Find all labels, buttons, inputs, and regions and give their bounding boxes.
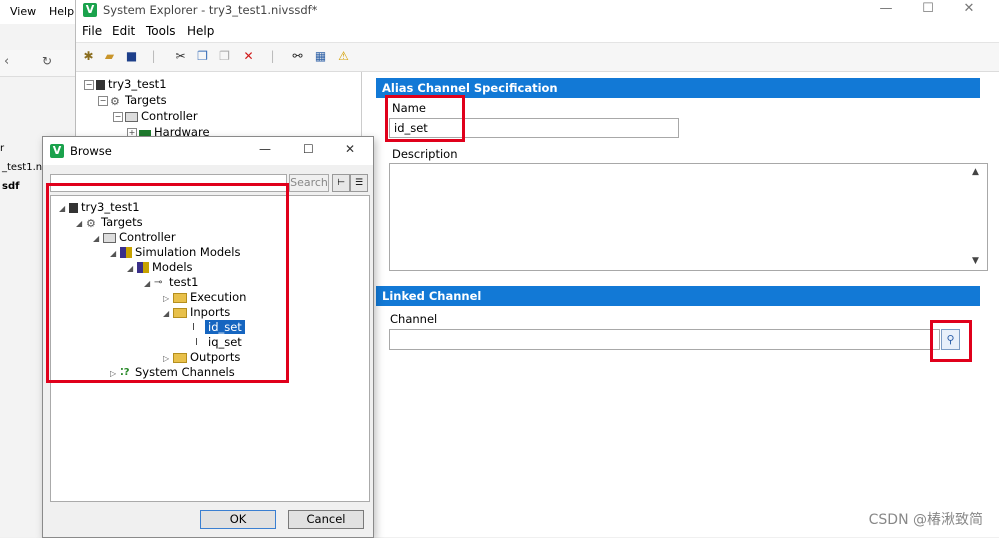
browse-dialog-title: Browse <box>70 144 112 158</box>
menu-bar: File Edit Tools Help <box>76 21 999 41</box>
cut-icon[interactable]: ✂ <box>172 48 189 65</box>
toolbar: ✱ ▰ ■ | ✂ ❐ ❐ ✕ | ⚯ ▦ ⚠ <box>76 42 999 72</box>
description-label: Description <box>392 147 458 161</box>
back-icon[interactable]: ‹ <box>4 54 9 69</box>
alias-section-header: Alias Channel Specification <box>376 78 980 98</box>
collapse-icon[interactable]: − <box>113 111 123 122</box>
menu-edit[interactable]: Edit <box>112 24 135 38</box>
background-menubar: View Help <box>0 0 75 24</box>
channel-label: Channel <box>390 312 438 326</box>
tree-item-controller[interactable]: − Controller <box>113 109 198 123</box>
table-icon[interactable]: ▦ <box>312 48 329 65</box>
app-logo-icon: V <box>83 3 97 17</box>
channel-field[interactable] <box>389 329 940 350</box>
tree-item-root[interactable]: − try3_test1 <box>84 77 167 91</box>
bg-sidebar-text-3[interactable]: sdf <box>2 181 19 192</box>
background-toolbar: ‹ ↻ <box>0 50 75 77</box>
browse-dialog-title-bar: V Browse — ☐ ✕ <box>43 137 373 165</box>
bg-menu-view[interactable]: View <box>10 5 36 18</box>
bg-menu-help[interactable]: Help <box>49 5 74 18</box>
window-title: System Explorer - try3_test1.nivssdf* <box>103 3 318 17</box>
browse-maximize-button[interactable]: ☐ <box>303 142 314 156</box>
maximize-button[interactable]: ☐ <box>913 1 943 19</box>
tree-label-root: try3_test1 <box>108 77 167 91</box>
tree-label-controller: Controller <box>141 109 198 123</box>
browse-close-button[interactable]: ✕ <box>345 142 355 156</box>
scroll-up-icon[interactable]: ▲ <box>972 167 979 177</box>
minimize-button[interactable]: — <box>871 1 901 19</box>
menu-file[interactable]: File <box>82 24 102 38</box>
ok-button[interactable]: OK <box>200 510 276 529</box>
tree-label-targets: Targets <box>125 93 167 107</box>
description-field[interactable] <box>389 163 988 271</box>
controller-icon <box>125 111 138 122</box>
browse-dialog: V Browse — ☐ ✕ Search ⊢ ☰ ◢ try3_test1 ◢ ⚙… <box>42 136 374 538</box>
linked-section-header: Linked Channel <box>376 286 980 306</box>
list-view-icon[interactable]: ☰ <box>350 174 368 192</box>
new-icon[interactable]: ✱ <box>80 48 97 65</box>
browse-dialog-body: Search ⊢ ☰ ◢ try3_test1 ◢ ⚙ Targets ◢ Contro… <box>43 165 373 537</box>
close-button[interactable]: ✕ <box>954 1 984 19</box>
browse-logo-icon: V <box>50 144 64 158</box>
bg-sidebar-text-1: r <box>0 143 5 154</box>
collapse-icon[interactable]: − <box>98 95 108 106</box>
title-bar: V System Explorer - try3_test1.nivssdf* … <box>76 0 999 21</box>
browse-search-button[interactable]: Search <box>289 174 329 192</box>
menu-help[interactable]: Help <box>187 24 214 38</box>
delete-icon[interactable]: ✕ <box>240 48 257 65</box>
targets-icon: ⚙ <box>110 95 120 108</box>
menu-tools[interactable]: Tools <box>146 24 176 38</box>
refresh-icon[interactable]: ↻ <box>42 54 52 68</box>
find-binoculars-icon[interactable]: ⚯ <box>289 48 306 65</box>
warning-icon[interactable]: ⚠ <box>335 48 352 65</box>
system-icon <box>96 79 105 90</box>
toolbar-separator-2: | <box>270 49 275 63</box>
save-icon[interactable]: ■ <box>123 48 140 65</box>
toolbar-separator: | <box>151 49 156 63</box>
watermark: CSDN @椿湫致简 <box>868 512 983 528</box>
scroll-down-icon[interactable]: ▼ <box>972 256 979 266</box>
cancel-button[interactable]: Cancel <box>288 510 364 529</box>
highlight-box-browse <box>930 320 972 362</box>
properties-pane: Alias Channel Specification Name id_set … <box>376 72 999 537</box>
browse-minimize-button[interactable]: — <box>259 142 271 156</box>
highlight-box-name <box>385 95 465 142</box>
collapse-icon[interactable]: − <box>84 79 94 90</box>
tree-view-icon[interactable]: ⊢ <box>332 174 350 192</box>
hardware-icon <box>139 129 151 136</box>
tree-item-targets[interactable]: − ⚙ Targets <box>98 93 167 108</box>
open-folder-icon[interactable]: ▰ <box>101 48 118 65</box>
paste-icon[interactable]: ❐ <box>216 48 233 65</box>
highlight-box-tree <box>46 183 289 383</box>
copy-icon[interactable]: ❐ <box>194 48 211 65</box>
